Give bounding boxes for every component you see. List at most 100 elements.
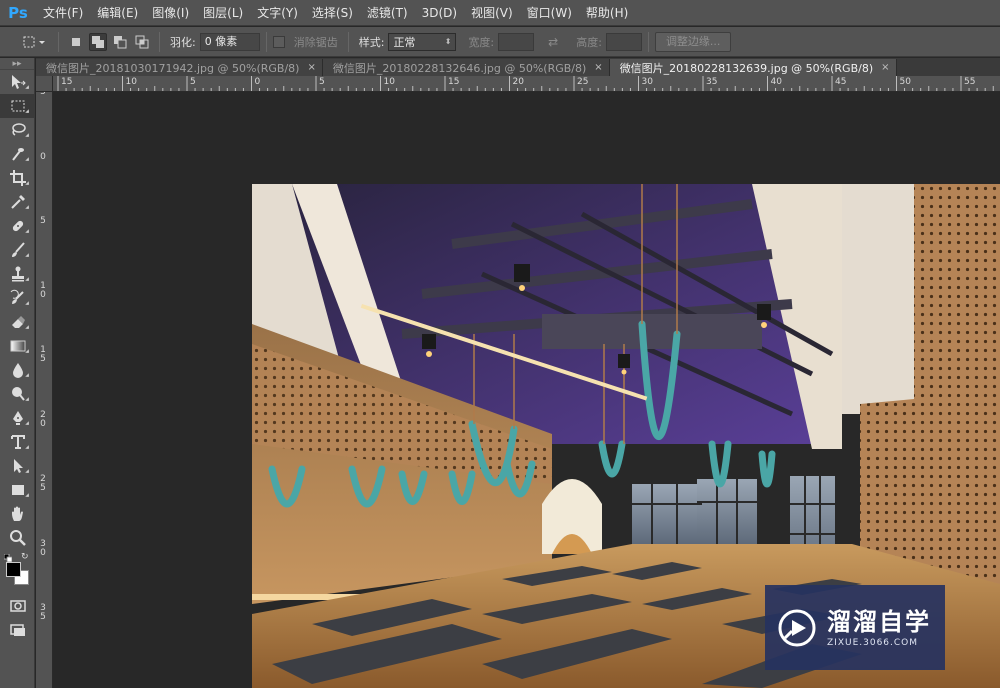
document-tab-active[interactable]: 微信图片_20180228132639.jpg @ 50%(RGB/8) ×	[609, 59, 897, 76]
hand-tool-icon[interactable]	[0, 502, 35, 526]
dodge-tool-icon[interactable]	[0, 382, 35, 406]
photoshop-logo: Ps	[8, 3, 28, 22]
menu-select[interactable]: 选择(S)	[305, 0, 360, 26]
panel-grip-icon[interactable]: ▸▸	[0, 58, 34, 70]
clone-stamp-tool-icon[interactable]	[0, 262, 35, 286]
ruler-label: 40	[770, 77, 782, 87]
subtract-selection-icon	[114, 35, 127, 48]
ruler-label: 5	[40, 216, 46, 226]
tab-label: 微信图片_20180228132639.jpg @ 50%(RGB/8)	[619, 61, 874, 75]
separator	[159, 31, 160, 52]
screen-mode-icon[interactable]	[0, 618, 35, 642]
feather-input[interactable]: 0 像素	[199, 32, 260, 51]
refine-edge-button[interactable]: 调整边缘...	[654, 31, 732, 52]
ruler-ticks	[36, 92, 53, 688]
ruler-label: 20	[40, 409, 46, 429]
ruler-label: 50	[899, 77, 911, 87]
style-label: 样式:	[358, 35, 385, 49]
pen-tool-icon[interactable]	[0, 406, 35, 430]
height-input[interactable]	[605, 32, 642, 51]
ruler-label: 5	[40, 92, 46, 97]
close-tab-icon[interactable]: ×	[594, 62, 602, 73]
menu-view[interactable]: 视图(V)	[464, 0, 520, 26]
menu-type[interactable]: 文字(Y)	[250, 0, 305, 26]
options-bar: 羽化: 0 像素 消除锯齿 样式: 正常 ⬍ 宽度: ⇄ 高度: 调整边缘...	[0, 27, 1000, 57]
ruler-label: 15	[448, 77, 460, 87]
intersect-selection-icon	[135, 35, 149, 48]
close-tab-icon[interactable]: ×	[881, 62, 889, 73]
brush-tool-icon[interactable]	[0, 238, 35, 262]
ruler-label: 30	[40, 538, 46, 558]
site-watermark: 溜溜自学 ZIXUE.3066.COM	[765, 585, 945, 670]
watermark-title: 溜溜自学	[827, 607, 931, 636]
eyedropper-tool-icon[interactable]	[0, 190, 35, 214]
path-selection-tool-icon[interactable]	[0, 454, 35, 478]
document-tab[interactable]: 微信图片_20181030171942.jpg @ 50%(RGB/8) ×	[36, 59, 323, 76]
horizontal-ruler[interactable]: 15 10 5 0 5 10 15 20 25 30 35 40 45 50 55	[53, 76, 1000, 92]
add-to-selection-button[interactable]	[89, 32, 107, 51]
ruler-label: 35	[706, 77, 718, 87]
photoshop-window: Ps 文件(F) 编辑(E) 图像(I) 图层(L) 文字(Y) 选择(S) 滤…	[0, 0, 1000, 688]
menu-layer[interactable]: 图层(L)	[196, 0, 250, 26]
ruler-label: 15	[61, 77, 73, 87]
lasso-tool-icon[interactable]	[0, 118, 35, 142]
watermark-text: 溜溜自学 ZIXUE.3066.COM	[827, 608, 931, 648]
swap-colors-icon[interactable]: ↻	[21, 552, 31, 562]
ruler-label: 45	[835, 77, 847, 87]
gradient-tool-icon[interactable]	[0, 334, 35, 358]
feather-label: 羽化:	[170, 35, 196, 49]
tab-label: 微信图片_20181030171942.jpg @ 50%(RGB/8)	[46, 61, 300, 75]
spot-healing-brush-tool-icon[interactable]	[0, 214, 35, 238]
menu-edit[interactable]: 编辑(E)	[90, 0, 145, 26]
color-swatches: ↻	[0, 552, 35, 592]
marquee-preset-icon	[23, 36, 45, 47]
menu-help[interactable]: 帮助(H)	[579, 0, 635, 26]
quick-selection-tool-icon[interactable]	[0, 142, 35, 166]
swap-dimensions-icon[interactable]: ⇄	[548, 35, 558, 49]
ruler-label: 10	[383, 77, 395, 87]
add-selection-icon	[92, 35, 104, 48]
ruler-label: 10	[40, 280, 46, 300]
ruler-label: 15	[40, 345, 46, 364]
ruler-origin[interactable]	[36, 76, 53, 92]
crop-tool-icon[interactable]	[0, 166, 35, 190]
tab-label: 微信图片_20180228132646.jpg @ 50%(RGB/8)	[332, 61, 587, 75]
foreground-color-swatch[interactable]	[6, 562, 21, 577]
type-tool-icon[interactable]	[0, 430, 35, 454]
document-tab[interactable]: 微信图片_20180228132646.jpg @ 50%(RGB/8) ×	[322, 59, 610, 76]
antialias-label: 消除锯齿	[293, 35, 338, 49]
width-input[interactable]	[498, 32, 535, 51]
tool-preset-picker[interactable]	[16, 31, 52, 53]
blur-tool-icon[interactable]	[0, 358, 35, 382]
menu-3d[interactable]: 3D(D)	[415, 0, 464, 26]
separator	[647, 31, 649, 52]
history-brush-tool-icon[interactable]	[0, 286, 35, 310]
subtract-from-selection-button[interactable]	[111, 33, 129, 51]
quick-mask-icon[interactable]	[0, 594, 35, 618]
move-tool-icon[interactable]	[0, 70, 35, 94]
tools-panel: ▸▸ ↻	[0, 58, 35, 688]
separator	[58, 31, 59, 52]
menu-filter[interactable]: 滤镜(T)	[360, 0, 415, 26]
ruler-label: 25	[577, 77, 589, 87]
antialias-checkbox[interactable]	[272, 35, 285, 48]
eraser-tool-icon[interactable]	[0, 310, 35, 334]
intersect-selection-button[interactable]	[133, 33, 151, 51]
menu-image[interactable]: 图像(I)	[145, 0, 196, 26]
rectangular-marquee-tool-icon[interactable]	[0, 94, 35, 118]
close-tab-icon[interactable]: ×	[307, 62, 315, 73]
ruler-label: 25	[40, 474, 46, 493]
zoom-tool-icon[interactable]	[0, 526, 35, 550]
menu-bar: Ps 文件(F) 编辑(E) 图像(I) 图层(L) 文字(Y) 选择(S) 滤…	[0, 0, 1000, 26]
rectangle-tool-icon[interactable]	[0, 478, 35, 502]
ruler-label: 10	[125, 77, 137, 87]
ruler-label: 0	[254, 77, 261, 87]
menu-file[interactable]: 文件(F)	[36, 0, 90, 26]
default-colors-icon[interactable]	[3, 552, 13, 563]
style-select[interactable]: 正常 ⬍	[388, 32, 457, 51]
new-selection-button[interactable]	[67, 33, 85, 51]
ruler-label: 0	[40, 151, 46, 162]
menu-window[interactable]: 窗口(W)	[520, 0, 579, 26]
ruler-label: 55	[964, 77, 976, 87]
vertical-ruler[interactable]: 5 0 5 10 15 20 25 30 35	[36, 92, 53, 688]
